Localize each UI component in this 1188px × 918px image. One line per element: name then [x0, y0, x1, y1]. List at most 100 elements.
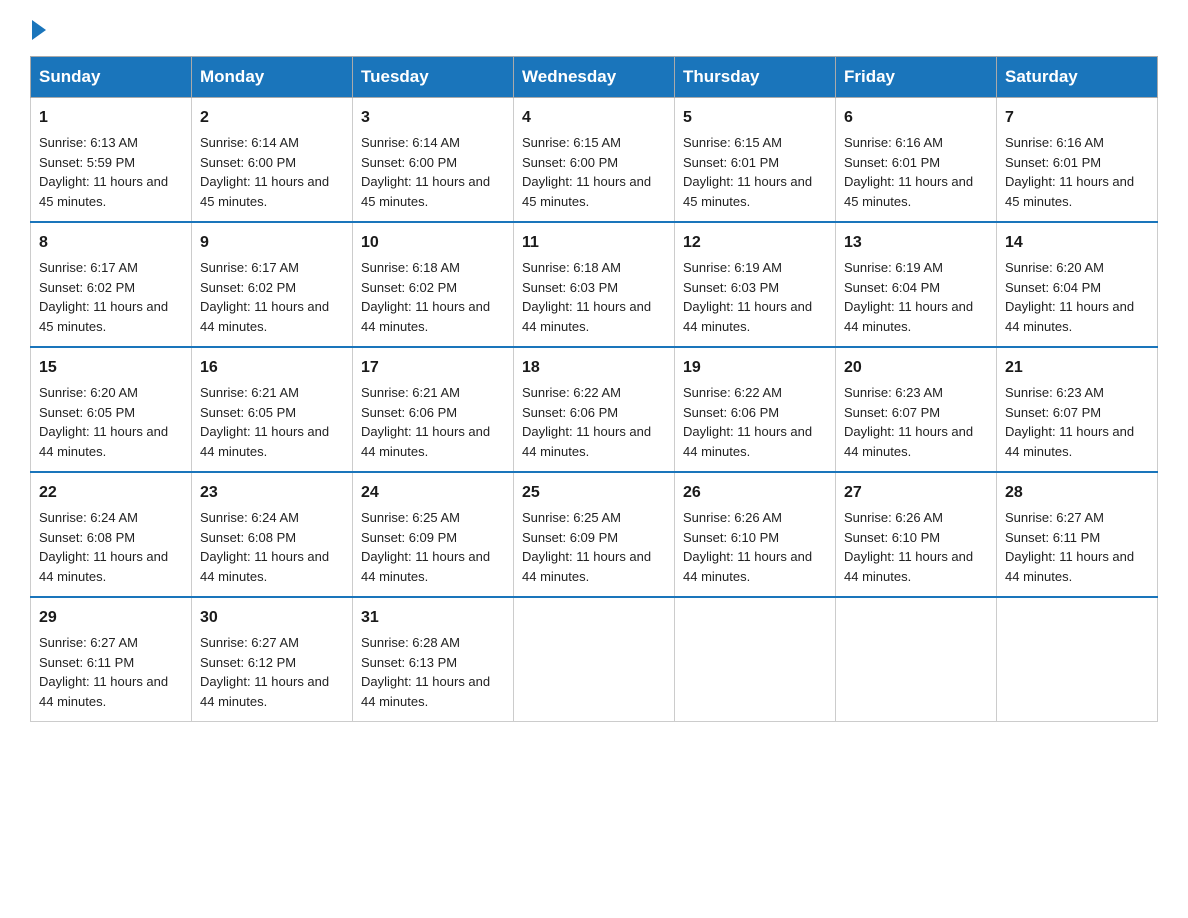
day-number: 16 [200, 356, 344, 380]
sunrise-label: Sunrise: 6:17 AM [200, 260, 299, 275]
calendar-cell [836, 597, 997, 722]
calendar-cell: 24 Sunrise: 6:25 AM Sunset: 6:09 PM Dayl… [353, 472, 514, 597]
daylight-label: Daylight: 11 hours and 44 minutes. [844, 424, 973, 459]
sunrise-label: Sunrise: 6:22 AM [683, 385, 782, 400]
calendar-cell: 1 Sunrise: 6:13 AM Sunset: 5:59 PM Dayli… [31, 98, 192, 223]
sunset-label: Sunset: 6:01 PM [683, 155, 779, 170]
sunset-label: Sunset: 6:03 PM [522, 280, 618, 295]
calendar-cell: 13 Sunrise: 6:19 AM Sunset: 6:04 PM Dayl… [836, 222, 997, 347]
calendar-cell: 10 Sunrise: 6:18 AM Sunset: 6:02 PM Dayl… [353, 222, 514, 347]
day-number: 24 [361, 481, 505, 505]
sunrise-label: Sunrise: 6:16 AM [1005, 135, 1104, 150]
sunrise-label: Sunrise: 6:25 AM [522, 510, 621, 525]
sunset-label: Sunset: 6:08 PM [39, 530, 135, 545]
day-number: 7 [1005, 106, 1149, 130]
logo-arrow-icon [32, 20, 46, 40]
sunset-label: Sunset: 6:02 PM [361, 280, 457, 295]
daylight-label: Daylight: 11 hours and 44 minutes. [361, 674, 490, 709]
calendar-cell: 12 Sunrise: 6:19 AM Sunset: 6:03 PM Dayl… [675, 222, 836, 347]
calendar-cell: 17 Sunrise: 6:21 AM Sunset: 6:06 PM Dayl… [353, 347, 514, 472]
daylight-label: Daylight: 11 hours and 45 minutes. [683, 174, 812, 209]
calendar-week-row: 15 Sunrise: 6:20 AM Sunset: 6:05 PM Dayl… [31, 347, 1158, 472]
sunrise-label: Sunrise: 6:17 AM [39, 260, 138, 275]
calendar-cell: 7 Sunrise: 6:16 AM Sunset: 6:01 PM Dayli… [997, 98, 1158, 223]
daylight-label: Daylight: 11 hours and 44 minutes. [1005, 549, 1134, 584]
calendar-header-sunday: Sunday [31, 57, 192, 98]
sunrise-label: Sunrise: 6:20 AM [1005, 260, 1104, 275]
calendar-cell: 30 Sunrise: 6:27 AM Sunset: 6:12 PM Dayl… [192, 597, 353, 722]
sunset-label: Sunset: 6:02 PM [200, 280, 296, 295]
day-number: 21 [1005, 356, 1149, 380]
sunset-label: Sunset: 6:06 PM [522, 405, 618, 420]
calendar-header-thursday: Thursday [675, 57, 836, 98]
calendar-cell: 9 Sunrise: 6:17 AM Sunset: 6:02 PM Dayli… [192, 222, 353, 347]
day-number: 2 [200, 106, 344, 130]
sunrise-label: Sunrise: 6:24 AM [200, 510, 299, 525]
sunset-label: Sunset: 6:11 PM [1005, 530, 1100, 545]
daylight-label: Daylight: 11 hours and 44 minutes. [522, 549, 651, 584]
calendar-cell: 31 Sunrise: 6:28 AM Sunset: 6:13 PM Dayl… [353, 597, 514, 722]
calendar-cell: 15 Sunrise: 6:20 AM Sunset: 6:05 PM Dayl… [31, 347, 192, 472]
sunset-label: Sunset: 6:11 PM [39, 655, 134, 670]
daylight-label: Daylight: 11 hours and 44 minutes. [39, 424, 168, 459]
calendar-cell: 25 Sunrise: 6:25 AM Sunset: 6:09 PM Dayl… [514, 472, 675, 597]
sunset-label: Sunset: 6:13 PM [361, 655, 457, 670]
daylight-label: Daylight: 11 hours and 44 minutes. [522, 299, 651, 334]
sunset-label: Sunset: 6:07 PM [844, 405, 940, 420]
sunrise-label: Sunrise: 6:23 AM [844, 385, 943, 400]
sunrise-label: Sunrise: 6:27 AM [1005, 510, 1104, 525]
calendar-cell: 23 Sunrise: 6:24 AM Sunset: 6:08 PM Dayl… [192, 472, 353, 597]
daylight-label: Daylight: 11 hours and 44 minutes. [39, 549, 168, 584]
sunrise-label: Sunrise: 6:27 AM [39, 635, 138, 650]
day-number: 10 [361, 231, 505, 255]
logo [30, 20, 48, 36]
day-number: 29 [39, 606, 183, 630]
daylight-label: Daylight: 11 hours and 44 minutes. [1005, 299, 1134, 334]
sunset-label: Sunset: 6:06 PM [683, 405, 779, 420]
calendar-cell: 29 Sunrise: 6:27 AM Sunset: 6:11 PM Dayl… [31, 597, 192, 722]
day-number: 4 [522, 106, 666, 130]
calendar-cell [997, 597, 1158, 722]
daylight-label: Daylight: 11 hours and 44 minutes. [683, 299, 812, 334]
sunrise-label: Sunrise: 6:20 AM [39, 385, 138, 400]
calendar-cell: 11 Sunrise: 6:18 AM Sunset: 6:03 PM Dayl… [514, 222, 675, 347]
day-number: 3 [361, 106, 505, 130]
daylight-label: Daylight: 11 hours and 44 minutes. [361, 549, 490, 584]
daylight-label: Daylight: 11 hours and 45 minutes. [200, 174, 329, 209]
day-number: 6 [844, 106, 988, 130]
calendar-cell [514, 597, 675, 722]
calendar-cell: 27 Sunrise: 6:26 AM Sunset: 6:10 PM Dayl… [836, 472, 997, 597]
daylight-label: Daylight: 11 hours and 44 minutes. [1005, 424, 1134, 459]
sunset-label: Sunset: 6:00 PM [361, 155, 457, 170]
calendar-header-wednesday: Wednesday [514, 57, 675, 98]
sunset-label: Sunset: 5:59 PM [39, 155, 135, 170]
sunrise-label: Sunrise: 6:27 AM [200, 635, 299, 650]
daylight-label: Daylight: 11 hours and 45 minutes. [522, 174, 651, 209]
sunrise-label: Sunrise: 6:18 AM [361, 260, 460, 275]
day-number: 11 [522, 231, 666, 255]
daylight-label: Daylight: 11 hours and 44 minutes. [522, 424, 651, 459]
calendar-cell: 21 Sunrise: 6:23 AM Sunset: 6:07 PM Dayl… [997, 347, 1158, 472]
sunset-label: Sunset: 6:00 PM [522, 155, 618, 170]
sunset-label: Sunset: 6:02 PM [39, 280, 135, 295]
calendar-header-tuesday: Tuesday [353, 57, 514, 98]
daylight-label: Daylight: 11 hours and 44 minutes. [844, 299, 973, 334]
sunset-label: Sunset: 6:00 PM [200, 155, 296, 170]
daylight-label: Daylight: 11 hours and 44 minutes. [200, 674, 329, 709]
calendar-week-row: 8 Sunrise: 6:17 AM Sunset: 6:02 PM Dayli… [31, 222, 1158, 347]
page-header [30, 20, 1158, 36]
calendar-week-row: 29 Sunrise: 6:27 AM Sunset: 6:11 PM Dayl… [31, 597, 1158, 722]
daylight-label: Daylight: 11 hours and 45 minutes. [844, 174, 973, 209]
daylight-label: Daylight: 11 hours and 44 minutes. [844, 549, 973, 584]
calendar-cell: 19 Sunrise: 6:22 AM Sunset: 6:06 PM Dayl… [675, 347, 836, 472]
sunset-label: Sunset: 6:12 PM [200, 655, 296, 670]
sunset-label: Sunset: 6:01 PM [1005, 155, 1101, 170]
sunrise-label: Sunrise: 6:26 AM [683, 510, 782, 525]
calendar-header-monday: Monday [192, 57, 353, 98]
daylight-label: Daylight: 11 hours and 44 minutes. [683, 549, 812, 584]
sunset-label: Sunset: 6:08 PM [200, 530, 296, 545]
daylight-label: Daylight: 11 hours and 44 minutes. [683, 424, 812, 459]
calendar-cell: 2 Sunrise: 6:14 AM Sunset: 6:00 PM Dayli… [192, 98, 353, 223]
sunrise-label: Sunrise: 6:15 AM [683, 135, 782, 150]
sunrise-label: Sunrise: 6:13 AM [39, 135, 138, 150]
